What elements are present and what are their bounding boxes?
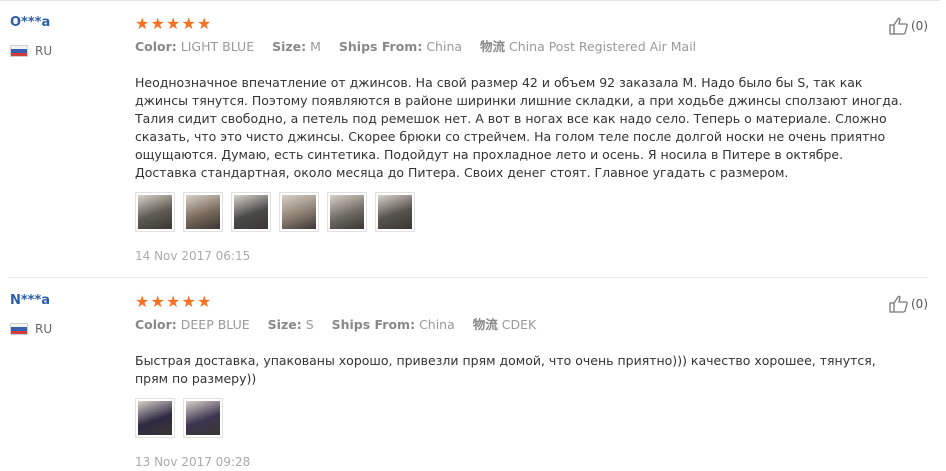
review-content: ★ ★ ★ ★ ★ Color: LIGHT BLUE Size: M Ship… xyxy=(135,16,905,263)
review-photo-thumbnail[interactable] xyxy=(279,192,319,232)
review-photo-thumbnail[interactable] xyxy=(135,192,175,232)
country-code: RU xyxy=(35,322,53,336)
size-label: Size: xyxy=(272,39,307,54)
star-rating: ★ ★ ★ ★ ★ xyxy=(135,292,905,311)
logistics-value: China Post Registered Air Mail xyxy=(509,39,697,54)
star-icon: ★ xyxy=(166,292,181,311)
star-icon: ★ xyxy=(197,14,212,33)
country-code: RU xyxy=(35,44,53,58)
color-value: DEEP BLUE xyxy=(180,317,250,332)
reviews-list: O***a RU ★ ★ ★ ★ ★ Color: LIGHT BLUE Siz… xyxy=(0,0,946,471)
reviewer-info: O***a RU xyxy=(10,16,52,58)
thumbs-up-icon xyxy=(889,295,908,313)
ships-from-value: China xyxy=(419,317,455,332)
ships-from-value: China xyxy=(426,39,463,54)
star-icon: ★ xyxy=(166,14,181,33)
star-icon: ★ xyxy=(150,14,165,33)
reviewer-info: N***a RU xyxy=(10,294,52,336)
logistics-label: 物流 xyxy=(480,39,506,54)
reviewer-name: O***a xyxy=(10,15,51,30)
size-value: M xyxy=(310,39,321,54)
ships-from-label: Ships From: xyxy=(338,39,423,54)
order-info: Color: LIGHT BLUE Size: M Ships From: Ch… xyxy=(135,40,905,54)
ships-from-label: Ships From: xyxy=(331,317,416,332)
reviewer-country: RU xyxy=(10,322,52,336)
photo-image xyxy=(234,195,268,229)
review-photo-thumbnail[interactable] xyxy=(183,192,223,232)
thumbs-up-icon xyxy=(889,17,908,35)
review-content: ★ ★ ★ ★ ★ Color: DEEP BLUE Size: S Ships… xyxy=(135,294,905,469)
review-photos xyxy=(135,398,905,438)
helpful-count: (0) xyxy=(911,19,928,33)
color-label: Color: xyxy=(135,317,177,332)
ru-flag-icon xyxy=(10,45,28,57)
reviewer-name: N***a xyxy=(10,293,51,308)
star-icon: ★ xyxy=(181,292,196,311)
star-icon: ★ xyxy=(135,292,150,311)
review-photo-thumbnail[interactable] xyxy=(231,192,271,232)
order-info: Color: DEEP BLUE Size: S Ships From: Chi… xyxy=(135,318,905,332)
size-label: Size: xyxy=(267,317,302,332)
color-label: Color: xyxy=(135,39,177,54)
review-date: 14 Nov 2017 06:15 xyxy=(135,249,251,263)
photo-image xyxy=(186,195,220,229)
helpful-count: (0) xyxy=(911,297,928,311)
helpful-button[interactable]: (0) xyxy=(889,16,928,36)
logistics-label: 物流 xyxy=(472,317,498,332)
star-icon: ★ xyxy=(150,292,165,311)
review-date: 13 Nov 2017 09:28 xyxy=(135,455,251,469)
star-icon: ★ xyxy=(181,14,196,33)
photo-image xyxy=(138,195,172,229)
photo-image xyxy=(282,195,316,229)
photo-image xyxy=(378,195,412,229)
reviewer-country: RU xyxy=(10,44,52,58)
color-value: LIGHT BLUE xyxy=(180,39,255,54)
photo-image xyxy=(330,195,364,229)
review-text: Неоднозначное впечатление от джинсов. На… xyxy=(135,75,903,180)
review-item: N***a RU ★ ★ ★ ★ ★ Color: DEEP BLUE Size… xyxy=(0,278,946,471)
review-photo-thumbnail[interactable] xyxy=(327,192,367,232)
star-icon: ★ xyxy=(197,292,212,311)
ru-flag-icon xyxy=(10,323,28,335)
logistics-value: CDEK xyxy=(501,317,537,332)
size-value: S xyxy=(305,317,314,332)
star-icon: ★ xyxy=(135,14,150,33)
photo-image xyxy=(138,401,172,435)
helpful-button[interactable]: (0) xyxy=(889,294,928,314)
review-photo-thumbnail[interactable] xyxy=(375,192,415,232)
review-photo-thumbnail[interactable] xyxy=(135,398,175,438)
star-rating: ★ ★ ★ ★ ★ xyxy=(135,14,905,33)
review-item: O***a RU ★ ★ ★ ★ ★ Color: LIGHT BLUE Siz… xyxy=(0,0,946,278)
photo-image xyxy=(186,401,220,435)
review-photos xyxy=(135,192,905,232)
review-photo-thumbnail[interactable] xyxy=(183,398,223,438)
review-text: Быстрая доставка, упакованы хорошо, прив… xyxy=(135,353,876,386)
